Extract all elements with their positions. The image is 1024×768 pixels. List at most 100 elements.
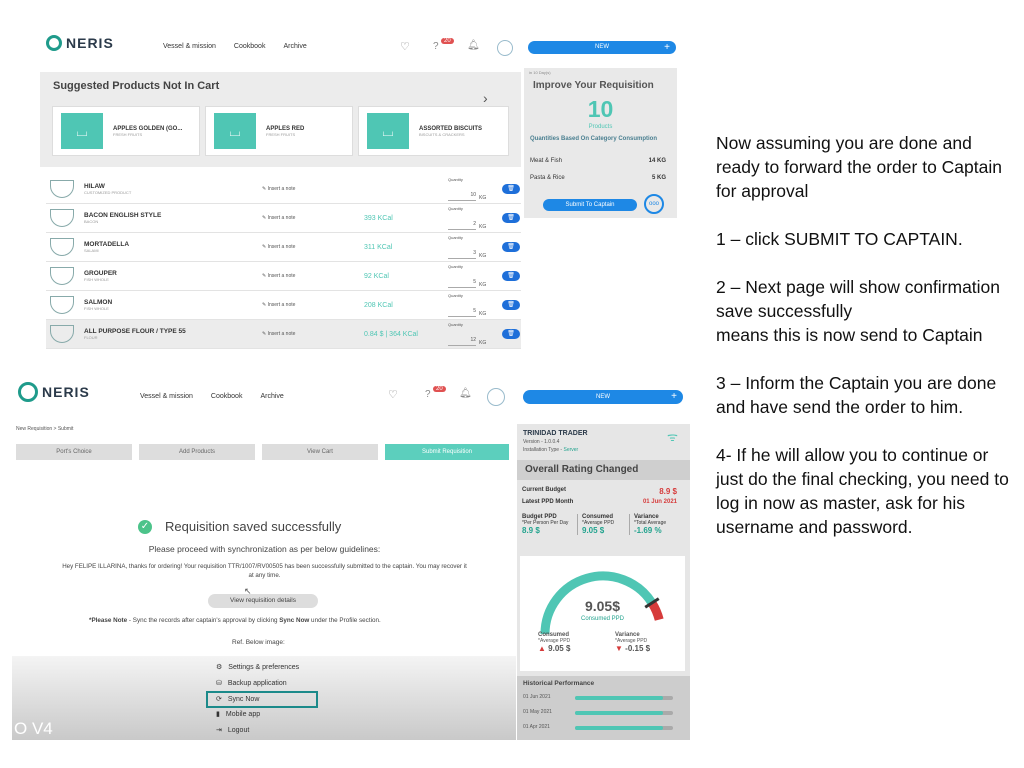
quantity-input[interactable]: Quantity 12 KG — [448, 322, 492, 348]
tab-submit-requisition[interactable]: Submit Requisition — [385, 444, 509, 460]
insert-note-link[interactable]: ✎ Insert a note — [262, 302, 354, 308]
quantity-label: Quantity — [448, 177, 463, 182]
suggested-title: Suggested Products Not In Cart — [53, 80, 220, 92]
product-name: ALL PURPOSE FLOUR / TYPE 55 — [84, 327, 186, 335]
kcal-value: 393 KCal — [364, 214, 393, 222]
help-icon[interactable]: ? — [425, 389, 431, 400]
new-label: NEW — [596, 394, 610, 400]
quantity-label: Quantity — [448, 206, 463, 211]
gauge-card: 9.05$ Consumed PPD Consumed *Average PPD ▲… — [520, 556, 685, 671]
insert-note-label: Insert a note — [267, 331, 296, 337]
nav-vessel-mission[interactable]: Vessel & mission — [140, 393, 193, 400]
instructions-text: Now assuming you are done and ready to f… — [716, 131, 1020, 563]
suggested-card[interactable]: ⌴ ASSORTED BISCUITS BISCUITS & CRACKERS — [358, 106, 509, 156]
phone-icon: ▮ — [216, 711, 220, 718]
bowl-icon — [50, 180, 74, 198]
avatar[interactable] — [497, 40, 513, 56]
logout-icon: ⇥ — [216, 727, 222, 734]
delete-button[interactable]: 🗑︎ — [502, 242, 520, 252]
submit-screenshot: NERIS Vessel & mission Cookbook Archive … — [12, 374, 690, 740]
check-circle-icon: ✓ — [138, 520, 152, 534]
product-category: CUSTOMIZED PRODUCT — [84, 189, 132, 195]
quantity-value: 3 — [448, 250, 476, 259]
quantity-input[interactable]: Quantity 5 KG — [448, 264, 492, 290]
please-note-text: - Sync the records after captain's appro… — [127, 617, 280, 624]
heart-icon[interactable]: ♡ — [388, 388, 398, 401]
new-button[interactable]: NEW + — [528, 41, 676, 54]
menu-sync-now[interactable]: ⟳ Sync Now — [216, 695, 259, 704]
product-category: FISH WHOLE — [84, 276, 109, 282]
menu-logout[interactable]: ⇥ Logout — [216, 726, 249, 735]
view-details-button[interactable]: View requisition details — [208, 594, 318, 608]
product-category: BACON — [84, 218, 99, 224]
insert-note-label: Insert a note — [267, 244, 296, 250]
nav-archive[interactable]: Archive — [283, 43, 306, 50]
ppd-month-label: Latest PPD Month — [522, 499, 574, 505]
basket-icon: ⌴ — [61, 113, 103, 149]
consumed-cell: Consumed *Average PPD 9.05 $ — [577, 514, 627, 535]
suggested-card[interactable]: ⌴ APPLES RED FRESH FRUITS — [205, 106, 353, 156]
hist-track — [575, 711, 673, 715]
cursor-icon: ↖ — [244, 586, 252, 596]
avatar[interactable] — [487, 388, 505, 406]
nav-cookbook[interactable]: Cookbook — [211, 393, 243, 400]
delete-button[interactable]: 🗑︎ — [502, 213, 520, 223]
tab-ports-choice[interactable]: Port's Choice — [16, 444, 132, 460]
nav-archive[interactable]: Archive — [260, 393, 283, 400]
gauge-label: Consumed PPD — [580, 616, 625, 622]
please-note-end: under the Profile section. — [309, 617, 381, 624]
quantity-label: Quantity — [448, 293, 463, 298]
tab-add-products[interactable]: Add Products — [139, 444, 255, 460]
more-options-button[interactable]: ooo — [644, 194, 664, 214]
suggested-card[interactable]: ⌴ APPLES GOLDEN (GO... FRESH FRUITS — [52, 106, 200, 156]
tab-view-cart[interactable]: View Cart — [262, 444, 378, 460]
quantity-input[interactable]: Quantity 2 KG — [448, 206, 492, 232]
product-name: BACON ENGLISH STYLE — [84, 211, 162, 219]
quantity-unit: KG — [479, 282, 487, 288]
insert-note-link[interactable]: ✎ Insert a note — [262, 244, 354, 250]
rating-title: Overall Rating Changed — [517, 460, 690, 480]
menu-backup[interactable]: ⛁ Backup application — [216, 679, 287, 688]
cart-screenshot: NERIS Vessel & mission Cookbook Archive … — [40, 32, 677, 350]
delete-button[interactable]: 🗑︎ — [502, 271, 520, 281]
please-note: *Please Note - Sync the records after ca… — [89, 617, 381, 624]
bell-icon[interactable]: 🔔︎ — [459, 388, 472, 399]
note-step-2b: means this is now send to Captain — [716, 325, 983, 345]
menu-settings[interactable]: ⚙ Settings & preferences — [216, 663, 299, 672]
insert-note-link[interactable]: ✎ Insert a note — [262, 331, 354, 337]
chevron-right-icon[interactable]: › — [483, 90, 488, 106]
suggested-category: BISCUITS & CRACKERS — [419, 131, 465, 137]
bell-icon[interactable]: 🔔︎ — [467, 40, 480, 51]
quantity-input[interactable]: Quantity 5 KG — [448, 293, 492, 319]
bowl-icon — [50, 296, 74, 314]
logo-mark-icon — [18, 382, 38, 402]
quantity-input[interactable]: Quantity 10 KG — [448, 177, 492, 203]
help-icon[interactable]: ? — [433, 41, 439, 52]
insert-note-link[interactable]: ✎ Insert a note — [262, 215, 354, 221]
plus-icon: + — [671, 391, 677, 402]
menu-mobile-app[interactable]: ▮ Mobile app — [216, 710, 260, 719]
plus-icon: + — [664, 42, 670, 53]
quantities-subtitle: Quantities Based On Category Consumption — [530, 136, 658, 142]
delete-button[interactable]: 🗑︎ — [502, 300, 520, 310]
heart-icon[interactable]: ♡ — [400, 40, 410, 53]
new-button[interactable]: NEW + — [523, 390, 683, 404]
cart-row: HILAW CUSTOMIZED PRODUCT ✎ Insert a note Qu… — [46, 175, 521, 204]
quantity-input[interactable]: Quantity 3 KG — [448, 235, 492, 261]
insert-note-link[interactable]: ✎ Insert a note — [262, 186, 354, 192]
delete-button[interactable]: 🗑︎ — [502, 329, 520, 339]
cart-row: MORTADELLA SALAMI ✎ Insert a note 311 KCal Q… — [46, 233, 521, 262]
insert-note-link[interactable]: ✎ Insert a note — [262, 273, 354, 279]
basket-icon: ⌴ — [214, 113, 256, 149]
wifi-icon: ᯤ — [667, 430, 678, 444]
backup-icon: ⛁ — [216, 680, 222, 687]
cart-row: ALL PURPOSE FLOUR / TYPE 55 FLOUR ✎ Insert… — [46, 320, 521, 349]
nav-vessel-mission[interactable]: Vessel & mission — [163, 43, 216, 50]
suggested-name: APPLES GOLDEN (GO... — [113, 125, 183, 132]
submit-to-captain-button[interactable]: Submit To Captain — [543, 199, 637, 211]
suggested-name: ASSORTED BISCUITS — [419, 125, 483, 132]
bowl-icon — [50, 325, 74, 343]
delete-button[interactable]: 🗑︎ — [502, 184, 520, 194]
nav-cookbook[interactable]: Cookbook — [234, 43, 266, 50]
budget-ppd-value: 8.9 $ — [522, 526, 540, 535]
